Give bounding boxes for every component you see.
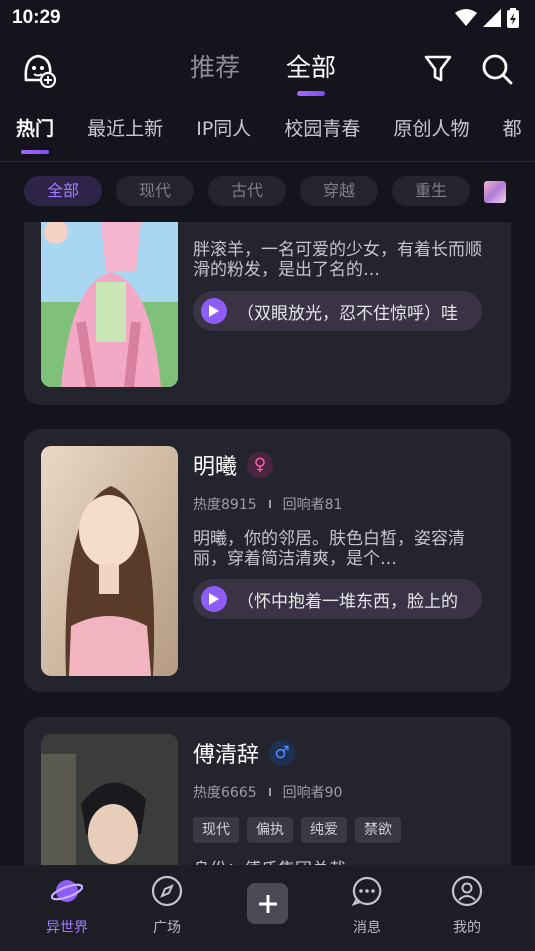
filter-icon[interactable] (422, 52, 454, 84)
tab-campus[interactable]: 校园青春 (284, 114, 360, 154)
create-button[interactable] (247, 883, 288, 924)
male-icon: ♂ (269, 740, 296, 766)
tab-recommend[interactable]: 推荐 (190, 48, 240, 96)
voice-preview[interactable]: （怀中抱着一堆东西，脸上的 (193, 579, 482, 619)
top-header: 推荐 全部 (0, 40, 535, 100)
nav-label: 异世界 (46, 920, 88, 936)
character-description: 胖滚羊，一名可爱的少女，有着长而顺滑的粉发，是出了名的… (193, 240, 482, 280)
tag: 现代 (193, 817, 239, 843)
tag: 禁欲 (355, 817, 401, 843)
search-icon[interactable] (480, 52, 514, 86)
voice-line: （双眼放光，忍不住惊呼）哇 (237, 303, 458, 324)
bottom-nav: 异世界 广场 消息 我的 (0, 865, 535, 951)
nav-label: 消息 (353, 920, 381, 936)
nav-messages[interactable]: 消息 (322, 865, 412, 951)
plus-icon (258, 894, 277, 913)
character-description: 明曦，你的邻居。肤色白皙，姿容清丽，穿着简洁清爽，是个… (193, 529, 465, 569)
character-feed[interactable]: 胖滚羊，一名可爱的少女，有着长而顺滑的粉发，是出了名的… （双眼放光，忍不住惊呼… (0, 222, 535, 865)
character-name: 明曦 (193, 455, 238, 480)
chat-icon (351, 876, 382, 906)
chip-rebirth[interactable]: 重生 (392, 176, 470, 206)
signal-icon (483, 9, 501, 27)
chip-modern[interactable]: 现代 (116, 176, 194, 206)
nav-profile[interactable]: 我的 (422, 865, 512, 951)
character-card[interactable]: 明曦 ♀ 热度8915 回响者81 明曦，你的邻居。肤色白皙，姿容清丽，穿着简洁… (24, 429, 511, 692)
stats-separator (268, 500, 271, 508)
responder-count: 回响者90 (282, 785, 343, 801)
character-card[interactable]: 傅清辞 ♂ 热度6665 回响者90 现代 偏执 纯爱 禁欲 身份：傅氏集团总裁 (24, 717, 511, 865)
character-card[interactable]: 胖滚羊，一名可爱的少女，有着长而顺滑的粉发，是出了名的… （双眼放光，忍不住惊呼… (24, 222, 511, 405)
character-tags: 现代 偏执 纯爱 禁欲 (193, 817, 401, 843)
character-name-row: 明曦 ♀ (193, 449, 274, 481)
user-icon (451, 875, 483, 907)
nav-plaza[interactable]: 广场 (122, 865, 212, 951)
tab-city[interactable]: 都 (503, 114, 522, 154)
nav-other-world[interactable]: 异世界 (22, 865, 112, 951)
wifi-icon (455, 9, 477, 26)
character-avatar (41, 222, 178, 387)
status-icons (455, 8, 519, 28)
compass-icon (151, 875, 183, 907)
character-avatar (41, 446, 178, 676)
tab-all[interactable]: 全部 (286, 48, 336, 96)
stats-separator (268, 788, 271, 796)
status-bar: 10:29 (0, 0, 535, 36)
tag: 偏执 (247, 817, 293, 843)
tab-ip[interactable]: IP同人 (196, 114, 251, 154)
female-icon: ♀ (247, 452, 274, 478)
responder-count: 回响者81 (282, 497, 343, 513)
nav-label: 我的 (453, 920, 481, 936)
planet-icon (51, 880, 83, 902)
tag: 纯爱 (301, 817, 347, 843)
chip-ancient[interactable]: 古代 (208, 176, 286, 206)
character-name-row: 傅清辞 ♂ (193, 737, 296, 769)
play-icon[interactable] (201, 298, 227, 324)
character-identity: 身份：傅氏集团总裁 (193, 855, 346, 865)
play-icon[interactable] (201, 586, 227, 612)
chip-all[interactable]: 全部 (24, 176, 102, 206)
tab-hot[interactable]: 热门 (16, 114, 54, 154)
chip-time-travel[interactable]: 穿越 (300, 176, 378, 206)
filter-chips: 全部 现代 古代 穿越 重生 (0, 176, 535, 210)
nav-label: 广场 (153, 920, 181, 936)
character-stats: 热度6665 回响者90 (193, 782, 342, 802)
category-tabs: 热门 最近上新 IP同人 校园青春 原创人物 都 (0, 114, 535, 162)
main-tabs: 推荐 全部 (190, 48, 336, 96)
tab-original[interactable]: 原创人物 (393, 114, 469, 154)
chip-thumbnail-image[interactable] (484, 180, 506, 203)
heat-count: 热度8915 (193, 497, 257, 513)
voice-preview[interactable]: （双眼放光，忍不住惊呼）哇 (193, 291, 482, 331)
character-name: 傅清辞 (193, 743, 260, 768)
heat-count: 热度6665 (193, 785, 257, 801)
tab-new[interactable]: 最近上新 (87, 114, 163, 154)
character-avatar (41, 734, 178, 865)
add-character-icon[interactable] (20, 50, 58, 88)
status-time: 10:29 (12, 7, 61, 28)
voice-line: （怀中抱着一堆东西，脸上的 (237, 591, 458, 612)
character-stats: 热度8915 回响者81 (193, 494, 342, 514)
battery-icon (507, 8, 519, 28)
